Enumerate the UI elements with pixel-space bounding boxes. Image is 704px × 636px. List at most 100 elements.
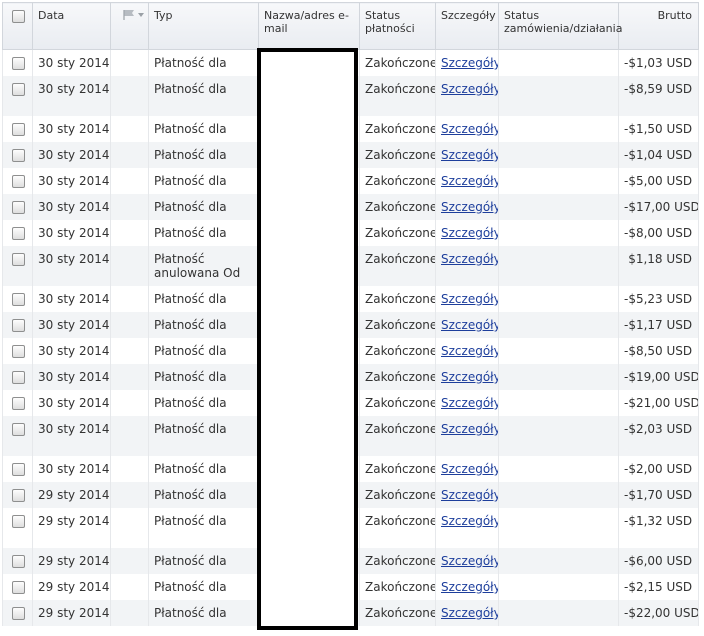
row-order-status <box>498 76 619 116</box>
details-link[interactable]: Szczegóły <box>441 226 498 240</box>
row-type: Płatność dla <box>148 600 259 626</box>
row-checkbox[interactable] <box>12 581 25 594</box>
details-link[interactable]: Szczegóły <box>441 82 498 96</box>
column-header-order-status[interactable]: Status zamówienia/działania <box>498 2 622 50</box>
row-checkbox[interactable] <box>12 397 25 410</box>
row-select-cell <box>2 312 33 338</box>
row-order-status <box>498 508 619 548</box>
row-checkbox[interactable] <box>12 293 25 306</box>
details-link[interactable]: Szczegóły <box>441 318 498 332</box>
column-header-gross[interactable]: Brutto <box>618 2 699 50</box>
row-status: Zakończone <box>359 482 436 508</box>
row-status: Zakończone <box>359 600 436 626</box>
row-details-cell: Szczegóły <box>435 600 499 626</box>
row-type: Płatność dla <box>148 508 259 548</box>
details-link[interactable]: Szczegóły <box>441 580 498 594</box>
row-status: Zakończone <box>359 246 436 286</box>
row-type: Płatność dla <box>148 574 259 600</box>
row-order-status <box>498 416 619 456</box>
row-order-status <box>498 246 619 286</box>
row-date: 30 sty 2014 <box>32 194 111 220</box>
column-header-name[interactable]: Nazwa/adres e-mail <box>258 2 360 50</box>
details-link[interactable]: Szczegóły <box>441 370 498 384</box>
details-link[interactable]: Szczegóły <box>441 462 498 476</box>
column-header-status[interactable]: Status płatności <box>359 2 436 50</box>
row-checkbox[interactable] <box>12 345 25 358</box>
row-gross: -$2,03 USD <box>618 416 699 456</box>
row-date: 30 sty 2014 <box>32 390 111 416</box>
row-order-status <box>498 142 619 168</box>
details-link[interactable]: Szczegóły <box>441 174 498 188</box>
row-checkbox[interactable] <box>12 463 25 476</box>
row-select-cell <box>2 76 33 116</box>
column-header-type[interactable]: Typ <box>148 2 259 50</box>
column-header-date[interactable]: Data <box>32 2 111 50</box>
row-type: Płatność dla <box>148 548 259 574</box>
row-gross: -$5,23 USD <box>618 286 699 312</box>
row-checkbox[interactable] <box>12 227 25 240</box>
row-status: Zakończone <box>359 76 436 116</box>
row-flag-cell <box>110 416 149 456</box>
row-checkbox[interactable] <box>12 83 25 96</box>
row-flag-cell <box>110 548 149 574</box>
row-checkbox[interactable] <box>12 57 25 70</box>
details-link[interactable]: Szczegóły <box>441 56 498 70</box>
row-type: Płatność dla <box>148 116 259 142</box>
details-link[interactable]: Szczegóły <box>441 292 498 306</box>
row-checkbox[interactable] <box>12 149 25 162</box>
row-checkbox[interactable] <box>12 319 25 332</box>
details-link[interactable]: Szczegóły <box>441 396 498 410</box>
row-details-cell: Szczegóły <box>435 338 499 364</box>
details-link[interactable]: Szczegóły <box>441 122 498 136</box>
row-checkbox[interactable] <box>12 123 25 136</box>
details-link[interactable]: Szczegóły <box>441 252 498 266</box>
row-details-cell: Szczegóły <box>435 508 499 548</box>
select-all-checkbox[interactable] <box>12 10 25 23</box>
row-order-status <box>498 390 619 416</box>
row-checkbox[interactable] <box>12 607 25 620</box>
details-link[interactable]: Szczegóły <box>441 554 498 568</box>
row-select-cell <box>2 364 33 390</box>
row-gross: -$1,50 USD <box>618 116 699 142</box>
details-link[interactable]: Szczegóły <box>441 606 498 620</box>
row-order-status <box>498 220 619 246</box>
row-type: Płatność dla <box>148 194 259 220</box>
row-type: Płatność dla <box>148 482 259 508</box>
row-details-cell: Szczegóły <box>435 456 499 482</box>
row-checkbox[interactable] <box>12 201 25 214</box>
details-link[interactable]: Szczegóły <box>441 148 498 162</box>
row-details-cell: Szczegóły <box>435 312 499 338</box>
details-link[interactable]: Szczegóły <box>441 200 498 214</box>
details-link[interactable]: Szczegóły <box>441 514 498 528</box>
row-gross: -$17,00 USD <box>618 194 699 220</box>
row-select-cell <box>2 246 33 286</box>
row-flag-cell <box>110 76 149 116</box>
row-checkbox[interactable] <box>12 253 25 266</box>
details-link[interactable]: Szczegóły <box>441 488 498 502</box>
row-date: 30 sty 2014 <box>32 312 111 338</box>
row-type: Płatność dla <box>148 220 259 246</box>
row-checkbox[interactable] <box>12 175 25 188</box>
details-link[interactable]: Szczegóły <box>441 344 498 358</box>
details-link[interactable]: Szczegóły <box>441 422 498 436</box>
chevron-down-icon <box>138 13 144 17</box>
select-all-header <box>2 2 33 50</box>
row-checkbox[interactable] <box>12 515 25 528</box>
row-details-cell: Szczegóły <box>435 364 499 390</box>
row-checkbox[interactable] <box>12 555 25 568</box>
row-date: 29 sty 2014 <box>32 574 111 600</box>
row-date: 30 sty 2014 <box>32 456 111 482</box>
row-checkbox[interactable] <box>12 371 25 384</box>
row-order-status <box>498 312 619 338</box>
row-order-status <box>498 168 619 194</box>
flag-icon <box>122 9 146 24</box>
row-flag-cell <box>110 142 149 168</box>
table-header-row: Data Typ Nazwa/adres e-mail Status płatn… <box>2 2 699 50</box>
row-date: 30 sty 2014 <box>32 220 111 246</box>
row-select-cell <box>2 116 33 142</box>
row-order-status <box>498 600 619 626</box>
row-details-cell: Szczegóły <box>435 142 499 168</box>
column-header-flag[interactable] <box>110 2 149 50</box>
row-checkbox[interactable] <box>12 489 25 502</box>
row-checkbox[interactable] <box>12 423 25 436</box>
